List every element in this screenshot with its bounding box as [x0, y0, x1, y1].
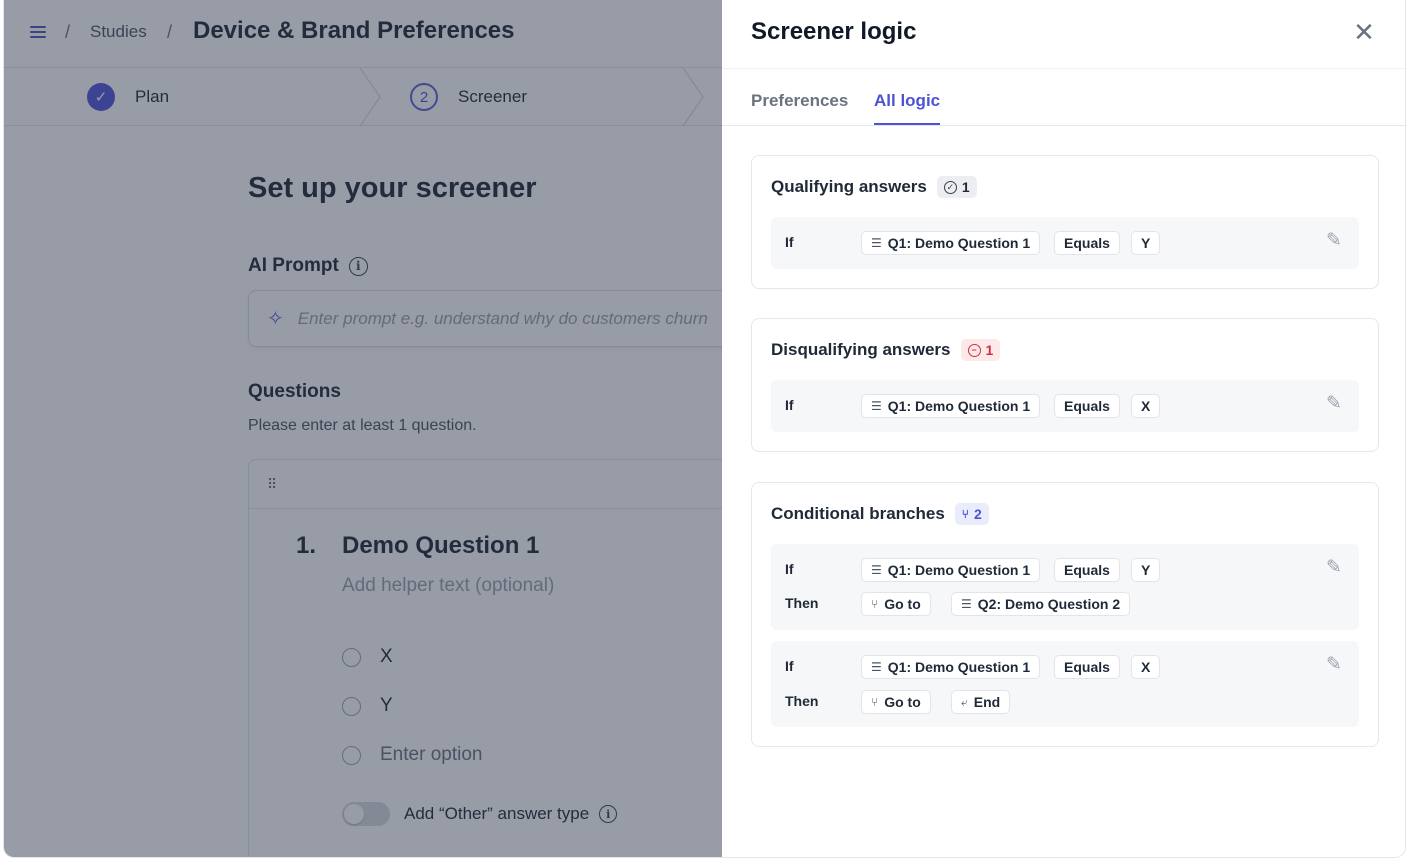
if-label: If: [785, 658, 794, 674]
operator-chip[interactable]: Equals: [1054, 231, 1120, 255]
chip-text: Go to: [884, 694, 921, 710]
disqualifying-section: Disqualifying answers − 1 If ☰ Q1: Demo …: [751, 318, 1379, 452]
chip-text: Q1: Demo Question 1: [887, 398, 1031, 414]
list-icon: ☰: [871, 399, 882, 413]
badge-count: 2: [974, 506, 982, 522]
badge-count: 1: [985, 342, 994, 358]
branch-icon: ⑂: [871, 695, 879, 709]
question-chip[interactable]: ☰ Q1: Demo Question 1: [861, 655, 1041, 679]
logic-rule: If ☰ Q1: Demo Question 1 Equals Y ✎: [771, 217, 1359, 269]
list-icon: ☰: [871, 563, 882, 577]
question-chip[interactable]: ☰ Q1: Demo Question 1: [861, 231, 1041, 255]
section-title: Disqualifying answers − 1: [771, 339, 1001, 361]
value-chip[interactable]: Y: [1131, 558, 1161, 582]
question-chip[interactable]: ☰ Q1: Demo Question 1: [861, 394, 1041, 418]
branch-icon: ⑂: [871, 597, 879, 611]
value-chip[interactable]: X: [1131, 655, 1161, 679]
tab-all-logic[interactable]: All logic: [874, 91, 941, 125]
end-icon: ⤶: [961, 694, 968, 709]
logic-rule: If ☰ Q1: Demo Question 1 Equals X ✎: [771, 380, 1359, 432]
pencil-icon[interactable]: ✎: [1323, 229, 1345, 251]
branch-rule: If ☰ Q1: Demo Question 1 Equals Y Then ⑂…: [771, 544, 1359, 630]
qualifying-section: Qualifying answers ✓ 1 If ☰ Q1: Demo Que…: [751, 155, 1379, 289]
target-chip[interactable]: ⤶ End: [951, 690, 1011, 714]
section-title-text: Conditional branches: [771, 504, 945, 523]
chip-text: Q1: Demo Question 1: [887, 235, 1031, 251]
section-title: Conditional branches ⑂ 2: [771, 503, 989, 525]
action-chip[interactable]: ⑂ Go to: [861, 690, 931, 714]
pencil-icon[interactable]: ✎: [1323, 556, 1345, 578]
value-chip[interactable]: Y: [1131, 231, 1161, 255]
pencil-icon[interactable]: ✎: [1323, 653, 1345, 675]
close-icon[interactable]: ✕: [1351, 19, 1377, 46]
screener-logic-panel: Screener logic ✕ Preferences All logic Q…: [722, 0, 1405, 857]
tab-preferences[interactable]: Preferences: [751, 91, 848, 123]
minus-circle-icon: −: [967, 343, 981, 357]
check-circle-icon: ✓: [943, 180, 957, 194]
chip-text: Go to: [884, 596, 921, 612]
count-badge: ✓ 1: [936, 176, 977, 198]
pencil-icon[interactable]: ✎: [1323, 392, 1345, 414]
app-frame: / Studies / Device & Brand Preferences ✓…: [4, 0, 1405, 857]
chip-text: Q2: Demo Question 2: [977, 596, 1121, 612]
panel-tabs: Preferences All logic: [722, 68, 1405, 126]
action-chip[interactable]: ⑂ Go to: [861, 592, 931, 616]
conditional-branches-section: Conditional branches ⑂ 2 If ☰ Q1: Demo Q…: [751, 482, 1379, 747]
then-label: Then: [785, 595, 819, 611]
chip-text: Q1: Demo Question 1: [887, 562, 1031, 578]
chip-text: End: [973, 694, 1001, 710]
panel-title: Screener logic: [751, 18, 917, 45]
list-icon: ☰: [871, 236, 882, 250]
section-title-text: Qualifying answers: [771, 177, 927, 196]
branch-icon: ⑂: [961, 507, 969, 521]
list-icon: ☰: [871, 660, 882, 674]
count-badge: ⑂ 2: [954, 503, 989, 525]
chip-text: Q1: Demo Question 1: [887, 659, 1031, 675]
if-label: If: [785, 561, 794, 577]
branch-rule: If ☰ Q1: Demo Question 1 Equals X Then ⑂…: [771, 641, 1359, 727]
operator-chip[interactable]: Equals: [1054, 394, 1120, 418]
list-icon: ☰: [961, 597, 972, 611]
section-title: Qualifying answers ✓ 1: [771, 176, 977, 198]
count-badge: − 1: [960, 339, 1001, 361]
operator-chip[interactable]: Equals: [1054, 558, 1120, 582]
if-label: If: [785, 397, 794, 413]
if-label: If: [785, 234, 794, 250]
value-chip[interactable]: X: [1131, 394, 1161, 418]
question-chip[interactable]: ☰ Q1: Demo Question 1: [861, 558, 1041, 582]
target-chip[interactable]: ☰ Q2: Demo Question 2: [951, 592, 1131, 616]
section-title-text: Disqualifying answers: [771, 340, 951, 359]
then-label: Then: [785, 693, 819, 709]
operator-chip[interactable]: Equals: [1054, 655, 1120, 679]
badge-count: 1: [961, 179, 970, 195]
modal-backdrop[interactable]: [4, 0, 722, 857]
